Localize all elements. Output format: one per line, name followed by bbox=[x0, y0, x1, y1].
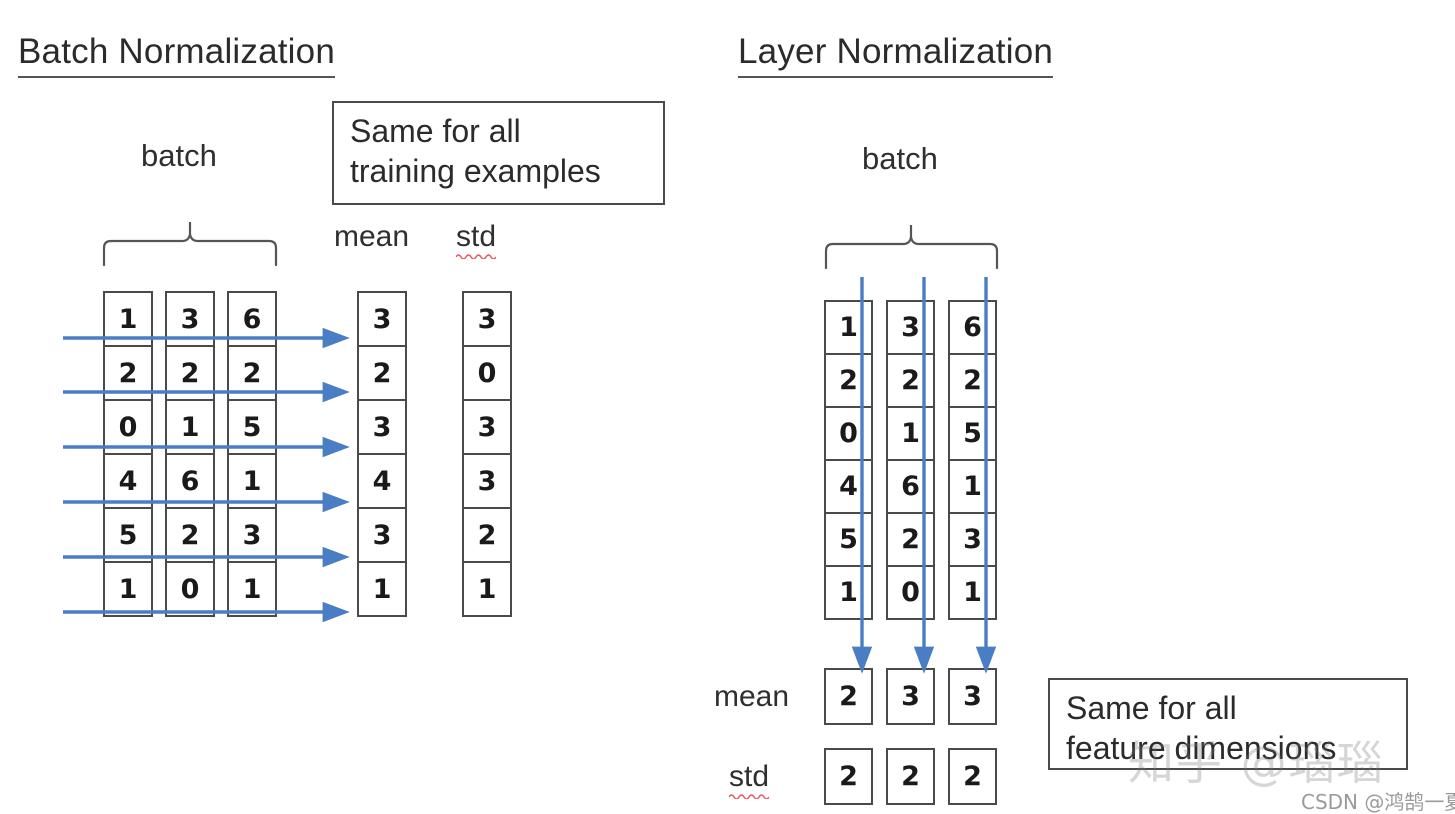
batch-norm-mean-column: 323431 bbox=[357, 291, 407, 617]
matrix-cell: 0 bbox=[103, 399, 153, 455]
mean-cell: 3 bbox=[357, 507, 407, 563]
matrix-cell: 0 bbox=[886, 565, 935, 620]
batch-norm-matrix-column: 321620 bbox=[165, 291, 215, 617]
matrix-cell: 2 bbox=[165, 345, 215, 401]
csdn-watermark: CSDN @鸿鹄一夏 bbox=[1301, 790, 1455, 814]
mean-cell: 3 bbox=[948, 668, 997, 725]
matrix-cell: 0 bbox=[824, 406, 873, 461]
batch-norm-title: Batch Normalization bbox=[18, 34, 335, 78]
matrix-cell: 2 bbox=[824, 353, 873, 408]
layer-norm-std-text: std bbox=[729, 760, 770, 793]
layer-norm-batch-label: batch bbox=[862, 141, 938, 176]
layer-norm-std-misspelled: std bbox=[729, 760, 770, 799]
batch-norm-batch-label: batch bbox=[141, 138, 217, 173]
matrix-cell: 3 bbox=[948, 512, 997, 567]
matrix-cell: 5 bbox=[227, 399, 277, 455]
batch-norm-std-label: std bbox=[456, 220, 497, 259]
std-cell: 2 bbox=[462, 507, 512, 563]
mean-cell: 2 bbox=[357, 345, 407, 401]
batch-norm-title-text: Batch Normalization bbox=[18, 32, 335, 71]
std-cell: 3 bbox=[462, 291, 512, 347]
matrix-cell: 1 bbox=[165, 399, 215, 455]
slide-canvas: Batch Normalization batch Same for all t… bbox=[0, 0, 1455, 814]
mean-cell: 3 bbox=[357, 399, 407, 455]
matrix-cell: 3 bbox=[227, 507, 277, 563]
matrix-cell: 2 bbox=[886, 512, 935, 567]
matrix-cell: 1 bbox=[948, 565, 997, 620]
matrix-cell: 6 bbox=[948, 300, 997, 355]
matrix-cell: 4 bbox=[824, 459, 873, 514]
matrix-cell: 2 bbox=[103, 345, 153, 401]
batch-norm-brace-icon bbox=[102, 222, 278, 267]
matrix-cell: 1 bbox=[227, 453, 277, 509]
matrix-cell: 2 bbox=[948, 353, 997, 408]
matrix-cell: 0 bbox=[165, 561, 215, 617]
matrix-cell: 4 bbox=[103, 453, 153, 509]
matrix-cell: 5 bbox=[103, 507, 153, 563]
batch-norm-std-misspelled: std bbox=[456, 220, 497, 259]
layer-norm-std-label: std bbox=[729, 760, 770, 799]
matrix-cell: 5 bbox=[824, 512, 873, 567]
matrix-cell: 6 bbox=[227, 291, 277, 347]
matrix-cell: 1 bbox=[948, 459, 997, 514]
mean-cell: 3 bbox=[886, 668, 935, 725]
spellcheck-squiggle-icon bbox=[729, 794, 769, 799]
matrix-cell: 2 bbox=[886, 353, 935, 408]
matrix-cell: 1 bbox=[103, 561, 153, 617]
layer-norm-title: Layer Normalization bbox=[738, 32, 1054, 78]
std-cell: 3 bbox=[462, 453, 512, 509]
mean-cell: 1 bbox=[357, 561, 407, 617]
layer-norm-mean-label: mean bbox=[714, 680, 790, 713]
matrix-cell: 1 bbox=[227, 561, 277, 617]
mean-cell: 2 bbox=[824, 668, 873, 725]
batch-norm-std-text: std bbox=[456, 220, 497, 253]
spellcheck-squiggle-icon bbox=[456, 254, 496, 259]
layer-norm-brace-icon bbox=[824, 225, 999, 270]
matrix-cell: 3 bbox=[165, 291, 215, 347]
std-cell: 3 bbox=[462, 399, 512, 455]
matrix-cell: 6 bbox=[165, 453, 215, 509]
layer-norm-title-underline bbox=[738, 76, 1054, 78]
std-cell: 2 bbox=[948, 748, 997, 805]
mean-cell: 4 bbox=[357, 453, 407, 509]
layer-norm-title-text: Layer Normalization bbox=[738, 32, 1054, 71]
matrix-cell: 1 bbox=[886, 406, 935, 461]
layer-norm-matrix-column: 120451 bbox=[824, 300, 873, 620]
std-cell: 2 bbox=[824, 748, 873, 805]
batch-norm-matrix-column: 625131 bbox=[227, 291, 277, 617]
batch-norm-title-underline bbox=[18, 76, 335, 78]
matrix-cell: 2 bbox=[227, 345, 277, 401]
batch-norm-callout: Same for all training examples bbox=[332, 101, 665, 205]
std-cell: 0 bbox=[462, 345, 512, 401]
batch-norm-mean-label: mean bbox=[334, 220, 410, 253]
matrix-cell: 3 bbox=[886, 300, 935, 355]
mean-cell: 3 bbox=[357, 291, 407, 347]
matrix-cell: 6 bbox=[886, 459, 935, 514]
batch-norm-std-column: 303321 bbox=[462, 291, 512, 617]
zhihu-watermark: 知乎 @瑙瑙 bbox=[1128, 736, 1385, 790]
matrix-cell: 1 bbox=[824, 565, 873, 620]
matrix-cell: 5 bbox=[948, 406, 997, 461]
layer-norm-matrix-column: 321620 bbox=[886, 300, 935, 620]
matrix-cell: 2 bbox=[165, 507, 215, 563]
matrix-cell: 1 bbox=[103, 291, 153, 347]
batch-norm-matrix-column: 120451 bbox=[103, 291, 153, 617]
layer-norm-matrix-column: 625131 bbox=[948, 300, 997, 620]
matrix-cell: 1 bbox=[824, 300, 873, 355]
std-cell: 1 bbox=[462, 561, 512, 617]
std-cell: 2 bbox=[886, 748, 935, 805]
